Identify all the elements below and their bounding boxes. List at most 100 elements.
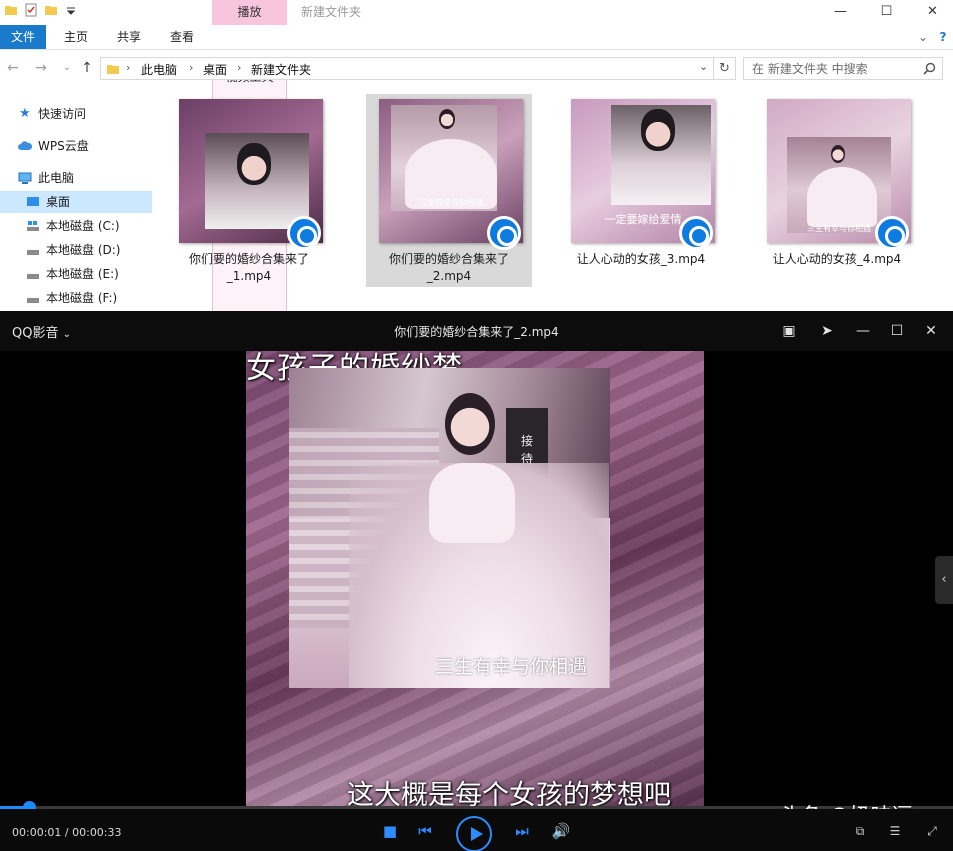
inset-caption: 三生有幸与你相遇	[435, 656, 588, 678]
tab-home[interactable]: 主页	[52, 25, 100, 49]
drive-icon	[27, 250, 39, 255]
file-tile-selected[interactable]: 三生有幸与你相遇 你们要的婚纱合集来了 _2.mp4	[366, 94, 532, 287]
qq-player-window: QQ影音 ⌄ 你们要的婚纱合集来了_2.mp4 ▣ ➤ — ☐ ✕ 女孩子的婚纱…	[0, 311, 953, 851]
properties-icon[interactable]	[24, 3, 38, 17]
video-inset-frame: 接 待 中 心 三生有幸与你相遇	[289, 368, 610, 688]
file-name: 让人心动的女孩_3.mp4	[576, 252, 706, 266]
nav-label: 本地磁盘 (E:)	[46, 267, 119, 281]
file-list: 你们要的婚纱合集来了 _1.mp4 三生有幸与你相遇 你们要的婚纱合集来了 _2.m…	[153, 85, 953, 311]
stop-icon[interactable]: ■	[378, 819, 402, 843]
tab-share[interactable]: 共享	[106, 25, 152, 49]
cloud-icon	[18, 141, 32, 150]
drive-icon	[27, 274, 39, 279]
playlist-toggle-icon[interactable]: ‹	[935, 556, 953, 604]
qq-player-badge-icon	[287, 216, 321, 250]
recent-locations-icon[interactable]: ⌄	[58, 59, 76, 77]
search-box[interactable]	[743, 57, 943, 80]
chevron-right-icon: ›	[189, 61, 194, 74]
computer-icon	[18, 172, 32, 184]
breadcrumb-desktop[interactable]: 桌面	[203, 61, 227, 78]
qq-player-badge-icon	[875, 216, 909, 250]
help-icon[interactable]: ?	[934, 25, 952, 49]
fullscreen-icon[interactable]: ⤢	[924, 823, 940, 839]
ribbon-expand-icon[interactable]: ⌄	[914, 25, 932, 49]
nav-quick-access[interactable]: ★ 快速访问	[0, 103, 152, 125]
close-icon[interactable]: ✕	[910, 0, 953, 22]
next-icon[interactable]: ⏭	[510, 819, 534, 843]
nav-wps-cloud[interactable]: WPS云盘	[0, 135, 152, 157]
maximize-icon[interactable]: ☐	[887, 321, 907, 341]
windows-drive-icon	[27, 221, 39, 231]
address-bar-row: ← → ⌄ ↑ › 此电脑 › 桌面 › 新建文件夹 ⌄ ↻	[0, 55, 953, 83]
nav-drive-e[interactable]: 本地磁盘 (E:)	[0, 263, 152, 285]
file-name: 你们要的婚纱合集来了 _2.mp4	[388, 252, 509, 283]
chevron-right-icon: ›	[237, 61, 242, 74]
context-tab-play[interactable]: 播放	[212, 0, 287, 25]
nav-label: 此电脑	[38, 171, 75, 185]
nav-label: 桌面	[46, 195, 71, 209]
new-folder-icon[interactable]	[44, 3, 58, 17]
nav-label: 本地磁盘 (C:)	[46, 219, 120, 233]
address-dropdown-icon[interactable]: ⌄	[699, 60, 708, 73]
window-title: 新建文件夹	[301, 5, 362, 19]
nav-drive-c[interactable]: 本地磁盘 (C:)	[0, 215, 152, 237]
video-subtitle: 这大概是每个女孩的梦想吧	[347, 780, 671, 808]
nav-drive-d[interactable]: 本地磁盘 (D:)	[0, 239, 152, 261]
search-icon[interactable]	[923, 62, 936, 75]
previous-icon[interactable]: ⏮	[413, 819, 437, 843]
star-icon: ★	[19, 106, 31, 121]
nav-label: 本地磁盘 (D:)	[46, 243, 121, 257]
fullscreen-exit-icon[interactable]: ⧉	[852, 823, 868, 839]
folder-icon	[107, 65, 119, 74]
nav-label: 快速访问	[38, 107, 87, 121]
maximize-icon[interactable]: ☐	[864, 0, 909, 22]
minimize-icon[interactable]: —	[818, 0, 863, 22]
close-icon[interactable]: ✕	[921, 321, 941, 341]
chevron-right-icon: ›	[126, 61, 131, 74]
ribbon-tabs: 文件 主页 共享 查看 视频工具 ⌄ ?	[0, 25, 953, 522]
desktop-icon	[27, 197, 39, 206]
player-title: 你们要的婚纱合集来了_2.mp4	[394, 325, 559, 339]
file-name: 你们要的婚纱合集来了 _1.mp4	[188, 252, 309, 283]
nav-label: 本地磁盘 (F:)	[46, 291, 118, 305]
nav-desktop[interactable]: 桌面	[0, 191, 152, 213]
customize-dropdown-icon[interactable]	[64, 3, 78, 17]
folder-icon[interactable]	[4, 3, 18, 17]
play-button[interactable]	[456, 816, 492, 851]
control-bar: 00:00:01 / 00:00:33 ■ ⏮ ⏭ 🔊 ⧉ ☰ ⤢	[0, 809, 953, 851]
player-titlebar: QQ影音 ⌄ 你们要的婚纱合集来了_2.mp4 ▣ ➤ — ☐ ✕	[0, 311, 953, 351]
search-input[interactable]	[744, 58, 914, 79]
up-arrow-icon[interactable]: ↑	[78, 59, 96, 77]
nav-drive-f[interactable]: 本地磁盘 (F:)	[0, 287, 152, 309]
settings-sliders-icon[interactable]: ☰	[887, 823, 903, 839]
file-tile[interactable]: 一定要嫁给爱情 让人心动的女孩_3.mp4	[558, 94, 724, 287]
quick-access-toolbar	[4, 3, 78, 17]
minimize-icon[interactable]: —	[853, 321, 873, 341]
drive-icon	[27, 298, 39, 303]
screenshot-icon[interactable]: ▣	[779, 321, 799, 341]
breadcrumb-new-folder[interactable]: 新建文件夹	[251, 61, 311, 78]
breadcrumb[interactable]: › 此电脑 › 桌面 › 新建文件夹 ⌄	[100, 57, 714, 80]
time-display: 00:00:01 / 00:00:33	[12, 826, 122, 839]
breadcrumb-this-pc[interactable]: 此电脑	[141, 61, 177, 78]
qq-player-badge-icon	[487, 216, 521, 250]
forward-arrow-icon[interactable]: →	[32, 59, 50, 77]
file-tile[interactable]: 三生有幸与你相遇 让人心动的女孩_4.mp4	[754, 94, 920, 287]
refresh-icon[interactable]: ↻	[714, 57, 736, 80]
back-arrow-icon[interactable]: ←	[4, 59, 22, 77]
video-frame[interactable]: 女孩子的婚纱梦 接 待 中 心 三生有幸与你相遇 这大概是每个女孩的梦想吧	[246, 351, 704, 808]
pin-icon[interactable]: ➤	[817, 321, 837, 341]
nav-label: WPS云盘	[38, 139, 89, 153]
file-tile[interactable]: 你们要的婚纱合集来了 _1.mp4	[166, 94, 332, 287]
navigation-pane: ★ 快速访问 WPS云盘 此电脑 桌面 本地磁盘 (C:) 本地磁盘 (D:) …	[0, 95, 152, 311]
explorer-titlebar: 播放 新建文件夹 — ☐ ✕	[0, 0, 953, 25]
bride-figure	[445, 393, 495, 455]
nav-this-pc[interactable]: 此电脑	[0, 167, 152, 189]
qq-player-badge-icon	[679, 216, 713, 250]
file-explorer-window: 播放 新建文件夹 — ☐ ✕ 文件 主页 共享 查看 视频工具 ⌄ ? ← → …	[0, 0, 953, 522]
thumbnail-caption: 三生有幸与你相遇	[419, 198, 483, 207]
tab-view[interactable]: 查看	[158, 25, 206, 49]
file-name: 让人心动的女孩_4.mp4	[772, 252, 902, 266]
tab-file[interactable]: 文件	[0, 25, 46, 49]
volume-icon[interactable]: 🔊	[549, 819, 573, 843]
